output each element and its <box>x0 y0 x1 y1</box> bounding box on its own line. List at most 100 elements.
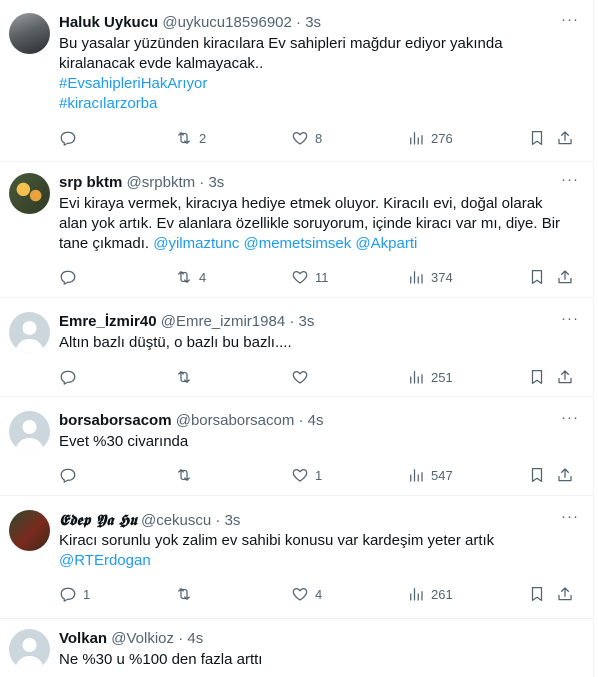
tweet-actions: 2 8 276 <box>59 128 580 148</box>
tweet-text: Altın bazlı düştü, o bazlı bu bazlı.... <box>59 333 580 353</box>
default-avatar-icon <box>15 420 44 452</box>
separator-dot: · <box>289 313 295 330</box>
tweet[interactable]: borsaborsacom @borsaborsacom · 4s ··· Ev… <box>0 397 594 496</box>
user-handle[interactable]: @Emre_izmir1984 <box>161 313 285 330</box>
hashtag-link[interactable]: #EvsahipleriHakArıyor <box>59 74 580 94</box>
timestamp[interactable]: 3s <box>225 512 241 529</box>
timestamp[interactable]: 3s <box>305 14 321 31</box>
avatar[interactable] <box>9 173 50 214</box>
reply-button[interactable] <box>59 465 83 485</box>
avatar[interactable] <box>9 411 50 452</box>
retweet-count: 4 <box>199 269 207 285</box>
avatar[interactable] <box>9 13 50 54</box>
retweet-button[interactable] <box>175 367 199 387</box>
avatar[interactable] <box>9 629 50 670</box>
views-button[interactable]: 374 <box>407 267 453 287</box>
like-button[interactable]: 8 <box>291 128 322 148</box>
tweet-header: Volkan @Volkioz · 4s <box>59 629 580 649</box>
bookmark-icon <box>531 369 543 385</box>
mention-link[interactable]: @Akparti <box>355 235 417 252</box>
reply-button[interactable] <box>59 367 83 387</box>
heart-icon <box>292 468 308 482</box>
reply-button[interactable] <box>59 267 83 287</box>
retweet-button[interactable] <box>175 465 199 485</box>
bookmark-button[interactable] <box>528 267 546 287</box>
views-icon <box>410 371 423 384</box>
views-button[interactable]: 251 <box>407 367 453 387</box>
tweet-header: borsaborsacom @borsaborsacom · 4s ··· <box>59 410 580 431</box>
share-icon <box>558 587 572 601</box>
like-button[interactable] <box>291 367 315 387</box>
tweet[interactable]: Haluk Uykucu @uykucu18596902 · 3s ··· Bu… <box>0 0 594 162</box>
user-handle[interactable]: @uykucu18596902 <box>162 14 292 31</box>
tweet-text-line: Ne %30 u %100 den fazla arttı <box>59 651 263 668</box>
mention-link[interactable]: @yilmaztunc <box>153 235 239 252</box>
share-button[interactable] <box>556 128 574 148</box>
hashtag-link[interactable]: #kiracılarzorba <box>59 94 580 114</box>
views-button[interactable]: 547 <box>407 465 453 485</box>
share-button[interactable] <box>556 584 574 604</box>
views-button[interactable]: 276 <box>407 128 453 148</box>
like-button[interactable]: 1 <box>291 465 322 485</box>
more-icon[interactable]: ··· <box>560 509 580 530</box>
display-name[interactable]: borsaborsacom <box>59 412 172 429</box>
views-button[interactable]: 261 <box>407 584 453 604</box>
more-icon[interactable]: ··· <box>560 12 580 33</box>
display-name[interactable]: srp bktm <box>59 174 122 191</box>
user-handle[interactable]: @borsaborsacom <box>176 412 295 429</box>
tweet-header: 𝕰𝖉𝖊𝖕 𝖄𝖆 𝕳𝖚 @cekuscu · 3s ··· <box>59 509 580 530</box>
like-count: 1 <box>315 467 323 483</box>
more-icon[interactable]: ··· <box>560 311 580 332</box>
mention-link[interactable]: @RTErdogan <box>59 551 580 571</box>
display-name[interactable]: Haluk Uykucu <box>59 14 158 31</box>
retweet-button[interactable]: 4 <box>175 267 206 287</box>
more-icon[interactable]: ··· <box>560 172 580 193</box>
user-handle[interactable]: @srpbktm <box>127 174 196 191</box>
timestamp[interactable]: 4s <box>308 412 324 429</box>
avatar[interactable] <box>9 510 50 551</box>
timestamp[interactable]: 3s <box>208 174 224 191</box>
tweet[interactable]: Volkan @Volkioz · 4s Ne %30 u %100 den f… <box>0 619 594 677</box>
bookmark-button[interactable] <box>528 128 546 148</box>
avatar[interactable] <box>9 312 50 353</box>
heart-icon <box>292 131 308 145</box>
tweet-text-line: Kiracı sorunlu yok zalim ev sahibi konus… <box>59 532 495 549</box>
retweet-button[interactable]: 2 <box>175 128 206 148</box>
timestamp[interactable]: 3s <box>299 313 315 330</box>
bookmark-icon <box>531 269 543 285</box>
tweet[interactable]: Emre_İzmir40 @Emre_izmir1984 · 3s ··· Al… <box>0 298 594 397</box>
tweet-actions: 1 4 261 <box>59 584 580 604</box>
bookmark-button[interactable] <box>528 367 546 387</box>
tweet[interactable]: 𝕰𝖉𝖊𝖕 𝖄𝖆 𝕳𝖚 @cekuscu · 3s ··· Kiracı soru… <box>0 496 594 619</box>
display-name[interactable]: Volkan <box>59 630 107 647</box>
user-handle[interactable]: @Volkioz <box>111 630 174 647</box>
retweet-icon <box>178 271 190 283</box>
more-icon[interactable]: ··· <box>560 410 580 431</box>
reply-button[interactable] <box>59 128 83 148</box>
like-count: 11 <box>315 269 329 285</box>
tweet-actions: 1 547 <box>59 465 580 485</box>
bookmark-button[interactable] <box>528 584 546 604</box>
timestamp[interactable]: 4s <box>187 630 203 647</box>
reply-button[interactable]: 1 <box>59 584 90 604</box>
share-button[interactable] <box>556 367 574 387</box>
share-button[interactable] <box>556 465 574 485</box>
tweet[interactable]: srp bktm @srpbktm · 3s ··· Evi kiraya ve… <box>0 162 594 298</box>
display-name[interactable]: 𝕰𝖉𝖊𝖕 𝖄𝖆 𝕳𝖚 <box>59 511 137 529</box>
views-count: 374 <box>431 269 453 285</box>
like-count: 4 <box>315 586 323 602</box>
reply-icon <box>60 468 76 483</box>
retweet-button[interactable] <box>175 584 199 604</box>
share-icon <box>558 370 572 384</box>
bookmark-button[interactable] <box>528 465 546 485</box>
like-button[interactable]: 4 <box>291 584 322 604</box>
display-name[interactable]: Emre_İzmir40 <box>59 313 157 330</box>
share-button[interactable] <box>556 267 574 287</box>
like-button[interactable]: 11 <box>291 267 329 287</box>
separator-dot: · <box>298 412 304 429</box>
retweet-icon <box>178 588 190 600</box>
like-count: 8 <box>315 130 323 146</box>
mention-link[interactable]: @memetsimsek <box>243 235 351 252</box>
user-handle[interactable]: @cekuscu <box>141 512 211 529</box>
share-icon <box>558 131 572 145</box>
